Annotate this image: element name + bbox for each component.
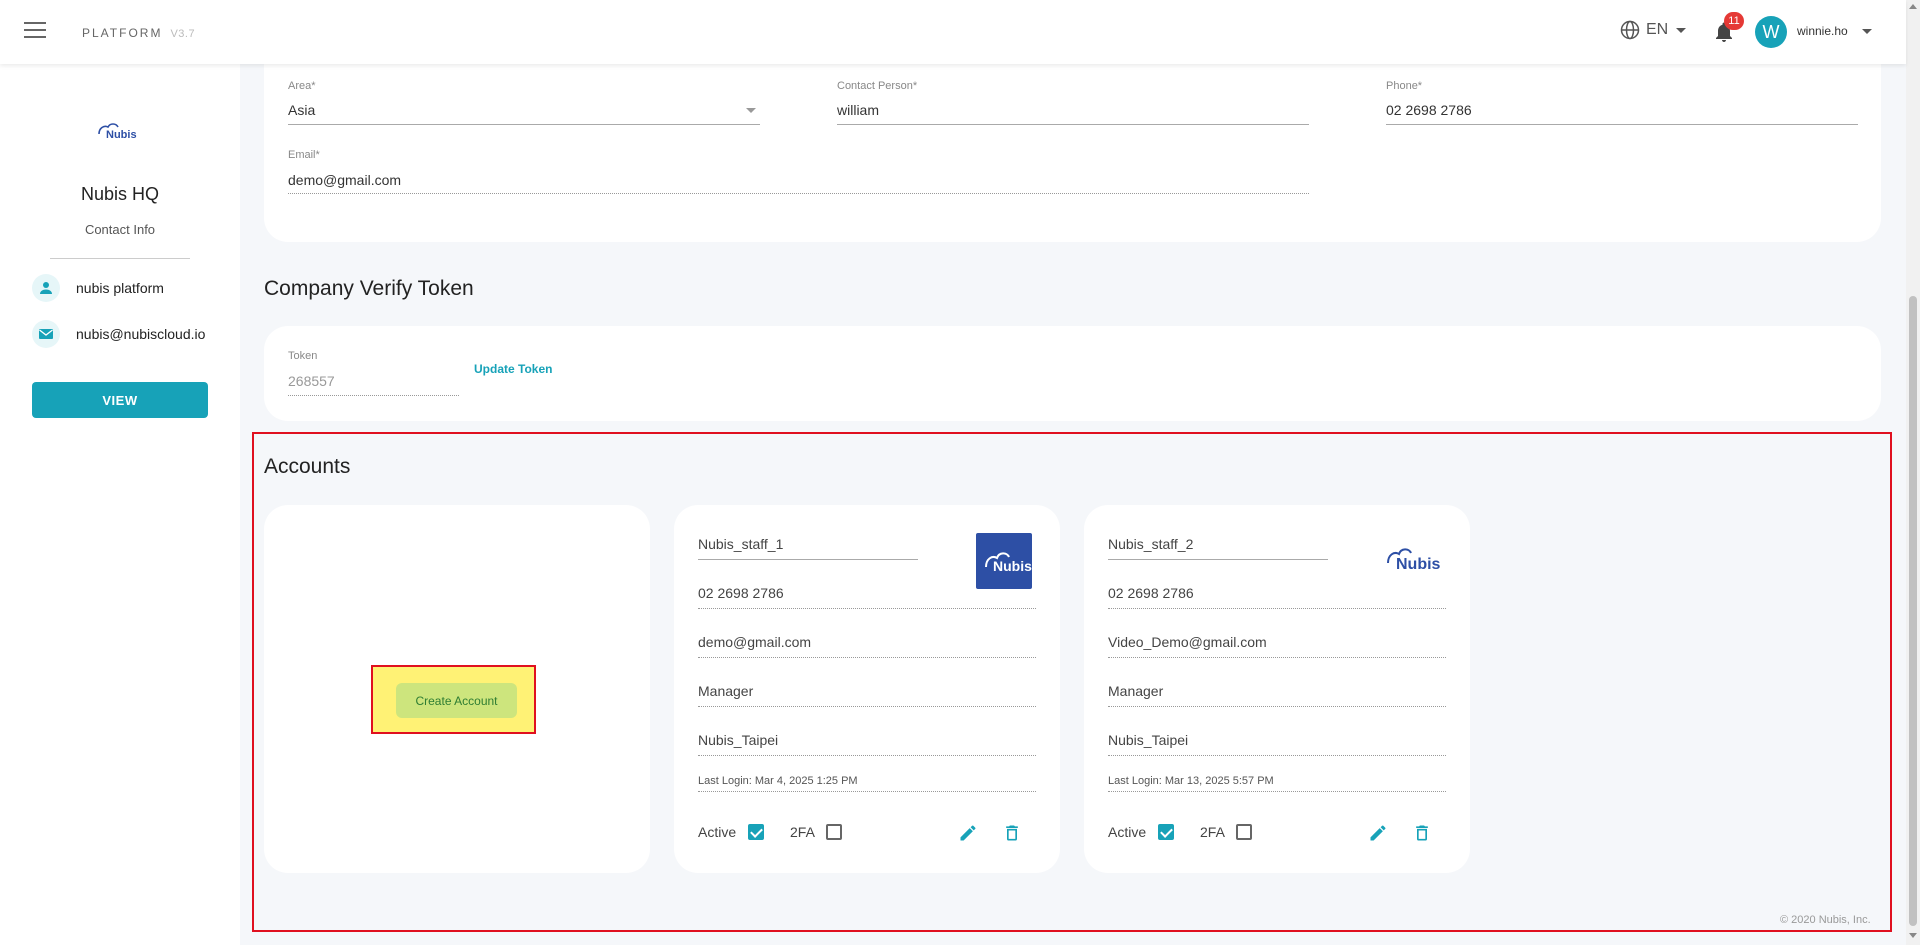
account-email-input[interactable]: demo@gmail.com	[698, 634, 811, 650]
chevron-down-icon	[1676, 27, 1687, 33]
email-underline	[288, 193, 1309, 194]
delete-trash-icon[interactable]	[1412, 823, 1432, 843]
language-selector[interactable]: EN	[1620, 20, 1687, 40]
area-select[interactable]: Asia	[288, 102, 315, 118]
contact-name-row: nubis platform	[32, 274, 164, 302]
svg-text:Nubis: Nubis	[993, 558, 1032, 574]
contact-email-row: nubis@nubiscloud.io	[32, 320, 205, 348]
active-label: Active	[1108, 824, 1147, 840]
globe-icon	[1620, 20, 1640, 40]
account-name-input[interactable]: Nubis_staff_1	[698, 536, 783, 552]
contact-form-card: Area* Asia Contact Person* william Phone…	[264, 40, 1881, 242]
username[interactable]: winnie.ho	[1797, 24, 1848, 38]
svg-text:Nubis: Nubis	[106, 129, 137, 141]
account-card: Nubis_staff_1 Nubis 02 2698 2786 demo@gm…	[674, 505, 1060, 873]
email-label: Email*	[288, 149, 320, 161]
create-account-button[interactable]: Create Account	[396, 683, 517, 718]
account-role-underline	[1108, 706, 1446, 707]
account-phone-underline	[698, 608, 1036, 609]
phone-input[interactable]: 02 2698 2786	[1386, 102, 1472, 118]
area-underline	[288, 124, 760, 125]
footer-copyright: © 2020 Nubis, Inc.	[1780, 914, 1871, 926]
token-value: 268557	[288, 373, 335, 389]
phone-underline	[1386, 124, 1858, 125]
top-bar: PLATFORM V3.7 EN 11 W winnie.ho	[0, 0, 1906, 64]
account-phone-input[interactable]: 02 2698 2786	[1108, 585, 1194, 601]
account-location-input[interactable]: Nubis_Taipei	[698, 732, 778, 748]
account-email-underline	[1108, 657, 1446, 658]
update-token-link[interactable]: Update Token	[474, 362, 552, 376]
language-label: EN	[1646, 21, 1669, 38]
account-role-input[interactable]: Manager	[698, 683, 753, 699]
last-login-underline	[698, 791, 1036, 792]
page-scrollbar[interactable]	[1906, 0, 1920, 945]
version-label: V3.7	[170, 28, 196, 40]
token-underline	[288, 395, 459, 396]
account-location-underline	[698, 755, 1036, 756]
contact-email: nubis@nubiscloud.io	[76, 326, 206, 342]
active-checkbox[interactable]	[1158, 824, 1174, 840]
contact-name: nubis platform	[76, 280, 164, 296]
twofa-checkbox[interactable]	[1236, 824, 1252, 840]
account-email-underline	[698, 657, 1036, 658]
account-name-input[interactable]: Nubis_staff_2	[1108, 536, 1193, 552]
nubis-logo-icon[interactable]: Nubis	[1384, 541, 1444, 575]
notification-badge: 11	[1724, 12, 1744, 30]
contact-person-label: Contact Person*	[837, 80, 918, 92]
edit-pencil-icon[interactable]	[1368, 823, 1388, 843]
scrollbar-thumb[interactable]	[1909, 296, 1917, 926]
nubis-logo: Nubis	[98, 123, 137, 141]
account-logo[interactable]: Nubis	[976, 533, 1032, 589]
twofa-checkbox[interactable]	[826, 824, 842, 840]
avatar[interactable]: W	[1755, 16, 1787, 48]
nubis-logo-icon: Nubis	[985, 552, 1032, 574]
sidebar: Nubis Nubis HQ Contact Info nubis platfo…	[0, 64, 240, 945]
accounts-section-title: Accounts	[264, 455, 351, 478]
account-card: Nubis_staff_2 Nubis 02 2698 2786 Video_D…	[1084, 505, 1470, 873]
token-card: Token 268557 Update Token	[264, 326, 1881, 421]
last-login: Last Login: Mar 13, 2025 5:57 PM	[1108, 775, 1274, 787]
brand-name: PLATFORM	[82, 26, 163, 40]
edit-pencil-icon[interactable]	[958, 823, 978, 843]
contact-info-label: Contact Info	[84, 222, 156, 237]
area-dropdown-chevron-icon[interactable]	[746, 108, 756, 113]
account-phone-underline	[1108, 608, 1446, 609]
phone-label: Phone*	[1386, 80, 1423, 92]
delete-trash-icon[interactable]	[1002, 823, 1022, 843]
email-input[interactable]: demo@gmail.com	[288, 172, 401, 188]
last-login: Last Login: Mar 4, 2025 1:25 PM	[698, 775, 858, 787]
contact-person-input[interactable]: william	[837, 102, 879, 118]
brand: PLATFORM V3.7	[82, 26, 195, 40]
person-icon	[32, 274, 60, 302]
area-label: Area*	[288, 80, 316, 92]
twofa-label: 2FA	[790, 824, 815, 840]
token-section-title: Company Verify Token	[264, 277, 474, 300]
account-name-underline	[1108, 559, 1328, 560]
view-button[interactable]: VIEW	[32, 382, 208, 418]
divider	[50, 258, 190, 259]
scroll-down-arrow-icon[interactable]	[1909, 933, 1917, 938]
twofa-label: 2FA	[1200, 824, 1225, 840]
account-location-underline	[1108, 755, 1446, 756]
hamburger-menu-icon[interactable]	[24, 22, 46, 42]
account-location-input[interactable]: Nubis_Taipei	[1108, 732, 1188, 748]
mail-icon	[32, 320, 60, 348]
account-email-input[interactable]: Video_Demo@gmail.com	[1108, 634, 1267, 650]
svg-text:Nubis: Nubis	[1396, 556, 1441, 573]
user-menu-chevron-icon[interactable]	[1862, 29, 1872, 34]
token-label: Token	[288, 350, 318, 362]
active-label: Active	[698, 824, 737, 840]
org-name: Nubis HQ	[80, 184, 160, 204]
last-login-underline	[1108, 791, 1446, 792]
contact-person-underline	[837, 124, 1309, 125]
account-phone-input[interactable]: 02 2698 2786	[698, 585, 784, 601]
account-role-input[interactable]: Manager	[1108, 683, 1163, 699]
account-role-underline	[698, 706, 1036, 707]
account-name-underline	[698, 559, 918, 560]
active-checkbox[interactable]	[748, 824, 764, 840]
scroll-up-arrow-icon[interactable]	[1909, 4, 1917, 9]
